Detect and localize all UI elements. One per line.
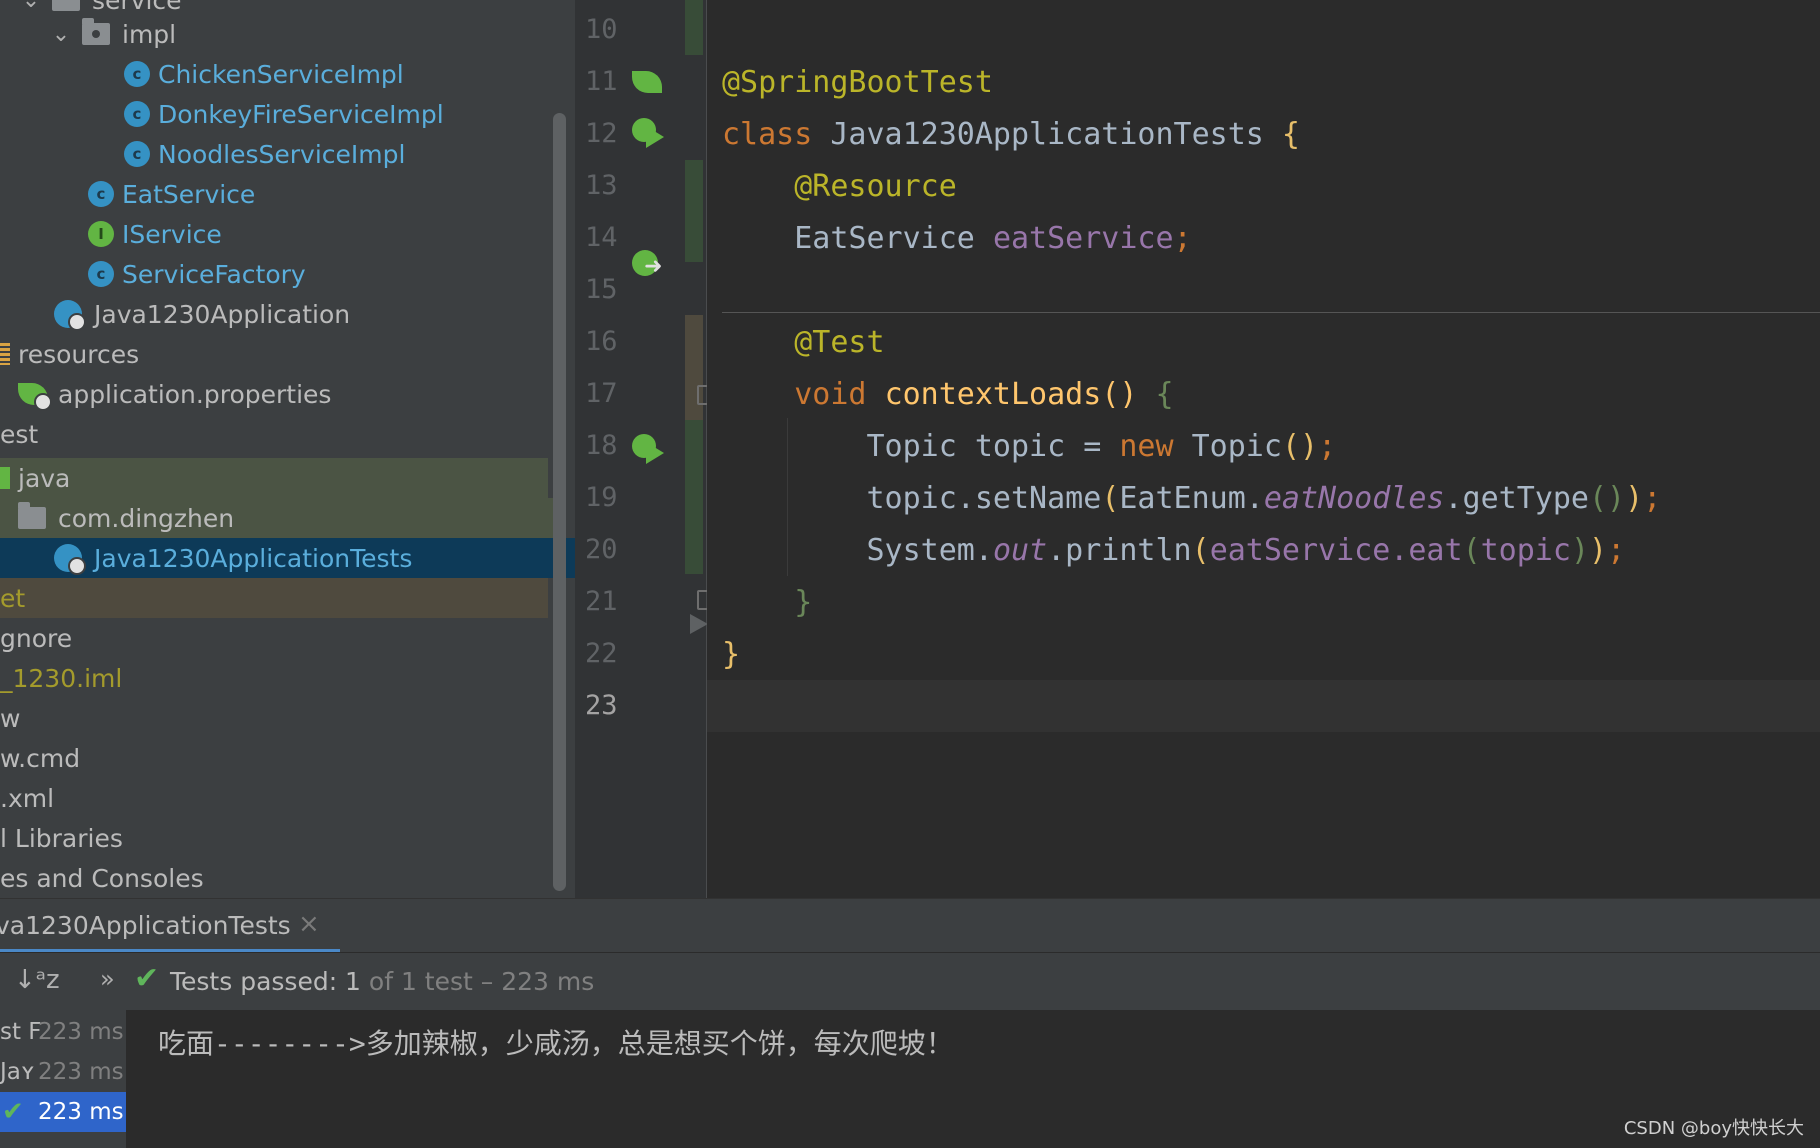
console-output-line: 吃面-------->多加辣椒，少咸汤，总是想买个饼，每次爬坡！	[158, 1027, 954, 1060]
test-node-root[interactable]: st F 223 ms	[0, 1012, 126, 1052]
watermark-text: CSDN @boy快快长大	[1623, 1118, 1804, 1139]
tree-item-eat-service[interactable]: c EatService	[0, 174, 575, 214]
code-line-12[interactable]: class Java1230ApplicationTests {	[722, 109, 1300, 161]
current-line-highlight	[707, 680, 1820, 732]
test-results-tree: st F 223 ms Jaʏ 223 ms ✔ 223 ms	[0, 1010, 126, 1148]
class-icon: c	[124, 61, 150, 87]
run-test-class-icon[interactable]	[632, 118, 664, 148]
class-icon: c	[124, 141, 150, 167]
code-line-17[interactable]: void contextLoads() {	[722, 369, 1173, 421]
package-folder-icon	[52, 0, 80, 11]
line-number: 21	[585, 586, 618, 617]
code-editor[interactable]: @SpringBootTest class Java1230Applicatio…	[707, 0, 1820, 898]
code-line-22[interactable]: }	[722, 629, 740, 681]
line-number: 14	[585, 222, 618, 253]
line-number: 15	[585, 274, 618, 305]
tree-item-mvnw[interactable]: w	[0, 698, 548, 738]
tree-item-iml[interactable]: _1230.iml	[0, 658, 548, 698]
line-number: 20	[585, 534, 618, 565]
line-number: 16	[585, 326, 618, 357]
line-number: 10	[585, 14, 618, 45]
navigate-to-bean-icon[interactable]: ➜	[632, 250, 664, 278]
tree-item-pom-xml[interactable]: .xml	[0, 778, 548, 818]
close-icon[interactable]: ×	[298, 909, 320, 939]
sort-alphabetically-icon[interactable]: ↓ᵃz	[14, 965, 60, 995]
class-icon: c	[88, 181, 114, 207]
code-line-13[interactable]: @Resource	[722, 161, 957, 213]
class-icon: c	[124, 101, 150, 127]
code-line-14[interactable]: EatService eatService;	[722, 213, 1191, 265]
spring-app-icon	[54, 300, 86, 331]
interface-icon: I	[88, 221, 114, 247]
check-icon: ✔	[134, 961, 160, 996]
line-number: 22	[585, 638, 618, 669]
code-line-19[interactable]: topic.setName(EatEnum.eatNoodles.getType…	[722, 473, 1662, 525]
more-actions-icon[interactable]: »	[100, 965, 115, 993]
code-line-20[interactable]: System.out.println(eatService.eat(topic)…	[722, 525, 1626, 577]
run-test-method-icon[interactable]	[632, 434, 664, 464]
code-line-21[interactable]: }	[722, 577, 812, 629]
run-tool-window-tabs: va1230ApplicationTests ×	[0, 898, 1820, 953]
tree-item-gitignore[interactable]: gnore	[0, 618, 548, 658]
tree-item-application-properties[interactable]: application.properties	[0, 374, 566, 414]
run-tab[interactable]: va1230ApplicationTests ×	[0, 899, 340, 953]
tree-item-test[interactable]: est	[0, 414, 548, 454]
tree-item-service-factory[interactable]: c ServiceFactory	[0, 254, 575, 294]
spring-properties-icon	[18, 383, 52, 411]
tree-item-java1230-application-tests[interactable]: Java1230ApplicationTests	[0, 538, 575, 578]
tree-item-external-libraries[interactable]: l Libraries	[0, 818, 548, 858]
run-toolbar: ↓ᵃz » ✔ Tests passed: 1 of 1 test – 223 …	[0, 952, 1820, 1011]
class-icon: c	[88, 261, 114, 287]
code-line-16[interactable]: @Test	[722, 317, 884, 369]
change-marker[interactable]	[685, 0, 703, 55]
test-status-text: Tests passed: 1 of 1 test – 223 ms	[170, 967, 595, 996]
console-output-area[interactable]: 吃面-------->多加辣椒，少咸汤，总是想买个饼，每次爬坡！ CSDN @b…	[126, 1010, 1820, 1148]
test-source-folder-icon	[0, 467, 10, 489]
line-number: 17	[585, 378, 618, 409]
line-number-current: 23	[585, 690, 618, 721]
tree-item-noodles-service-impl[interactable]: c NoodlesServiceImpl	[0, 134, 575, 174]
line-number: 19	[585, 482, 618, 513]
tree-item-donkey-fire-service-impl[interactable]: c DonkeyFireServiceImpl	[0, 94, 575, 134]
package-folder-icon	[18, 502, 46, 529]
chevron-down-icon[interactable]: ⌄	[20, 0, 42, 13]
tree-item-com-dingzhen[interactable]: com.dingzhen	[0, 498, 566, 538]
project-tool-window: ⌄ service ⌄ impl c ChickenServiceImpl c …	[0, 0, 575, 898]
test-node-class[interactable]: Jaʏ 223 ms	[0, 1052, 126, 1092]
tree-item-impl[interactable]: ⌄ impl	[0, 14, 575, 54]
spring-test-class-icon	[54, 544, 86, 575]
change-marker[interactable]	[685, 160, 703, 262]
tree-item-scratches-and-consoles[interactable]: es and Consoles	[0, 858, 548, 898]
change-marker[interactable]	[685, 420, 703, 574]
tree-item-java1230-application[interactable]: Java1230Application	[0, 294, 575, 334]
run-tab-label: va1230ApplicationTests	[0, 911, 291, 940]
code-line-18[interactable]: Topic topic = new Topic();	[722, 421, 1337, 473]
tree-item-mvnw-cmd[interactable]: w.cmd	[0, 738, 548, 778]
project-scrollbar[interactable]	[553, 113, 566, 891]
chevron-down-icon[interactable]: ⌄	[50, 22, 72, 47]
resources-folder-icon	[0, 343, 10, 365]
check-icon: ✔	[2, 1097, 24, 1127]
test-node-method[interactable]: ✔ 223 ms	[0, 1092, 126, 1132]
tree-item-chicken-service-impl[interactable]: c ChickenServiceImpl	[0, 54, 575, 94]
tree-item-java[interactable]: java	[0, 458, 548, 498]
tree-item-resources[interactable]: resources	[0, 334, 548, 374]
breakpoint-arrow-icon	[690, 614, 708, 634]
tree-item-target[interactable]: et	[0, 578, 548, 618]
method-separator	[722, 312, 1820, 313]
code-line-11[interactable]: @SpringBootTest	[722, 57, 993, 109]
line-number: 13	[585, 170, 618, 201]
package-folder-icon	[82, 18, 110, 45]
tree-item-iservice[interactable]: I IService	[0, 214, 575, 254]
